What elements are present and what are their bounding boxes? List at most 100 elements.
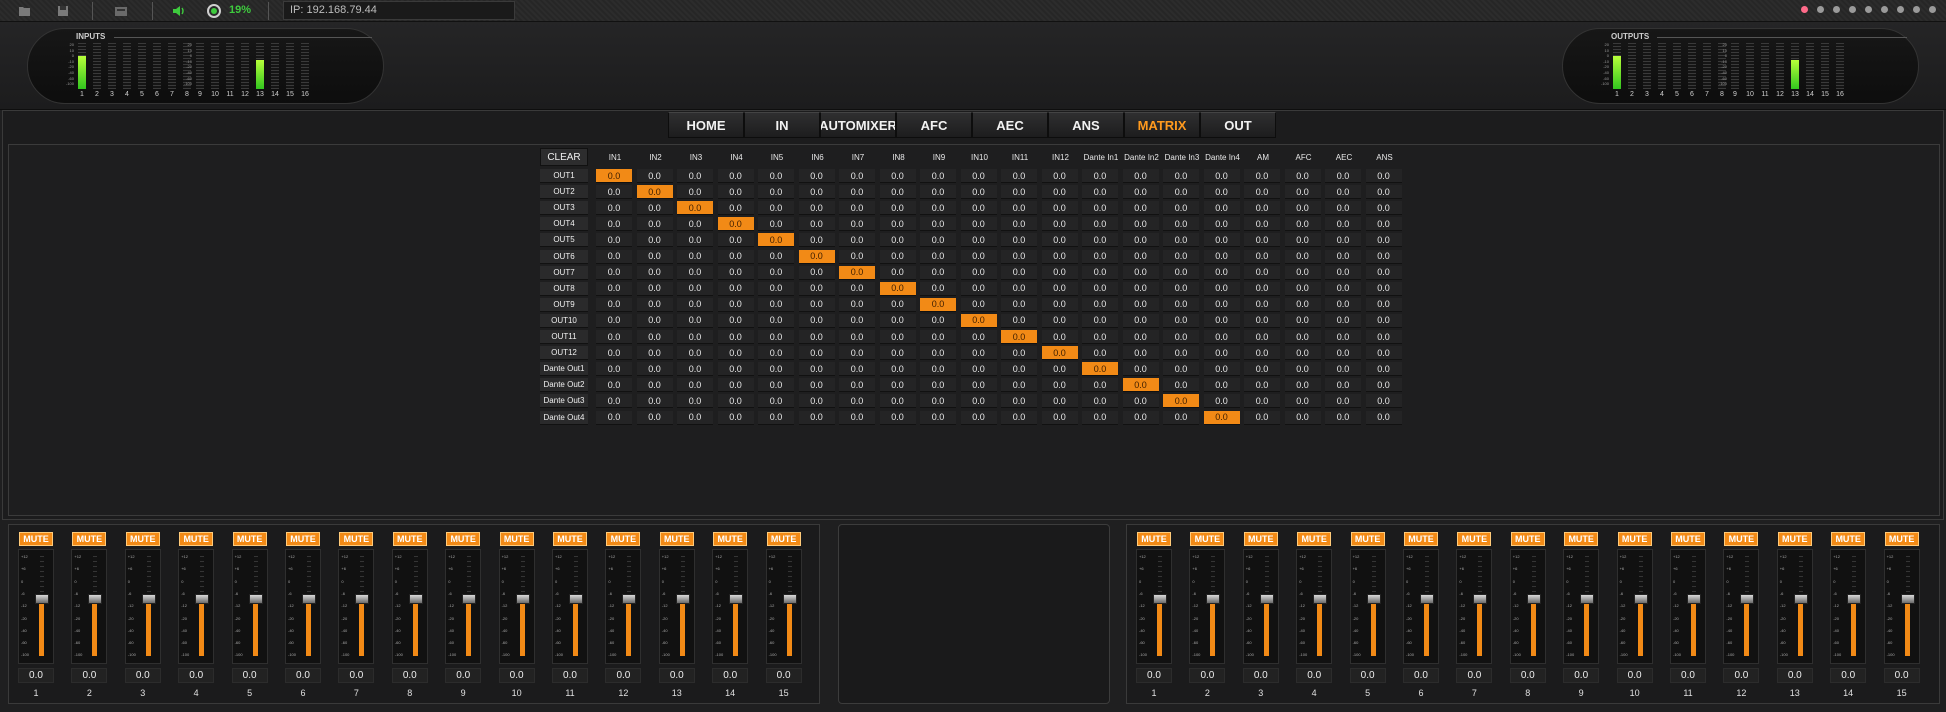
matrix-cell[interactable]: 0.0 <box>1122 281 1159 296</box>
matrix-cell[interactable]: 0.0 <box>1365 281 1402 296</box>
matrix-cell[interactable]: 0.0 <box>1041 249 1078 264</box>
matrix-cell[interactable]: 0.0 <box>596 313 632 328</box>
matrix-cell[interactable]: 0.0 <box>596 297 632 312</box>
matrix-cell[interactable]: 0.0 <box>717 313 754 328</box>
matrix-cell[interactable]: 0.0 <box>960 169 997 183</box>
matrix-cell[interactable]: 0.0 <box>758 249 794 264</box>
mute-button[interactable]: MUTE <box>1190 532 1225 546</box>
export-icon[interactable] <box>112 2 130 20</box>
matrix-cell[interactable]: 0.0 <box>596 281 632 296</box>
tab-aec[interactable]: AEC <box>972 112 1048 138</box>
matrix-cell[interactable]: 0.0 <box>717 346 754 361</box>
matrix-cell[interactable]: 0.0 <box>920 362 956 377</box>
fader-value[interactable]: 0.0 <box>1616 668 1653 683</box>
matrix-cell[interactable]: 0.0 <box>960 410 997 425</box>
matrix-cell[interactable]: 0.0 <box>636 217 673 232</box>
matrix-cell[interactable]: 0.0 <box>596 169 632 183</box>
fader-knob[interactable] <box>729 594 744 605</box>
matrix-cell[interactable]: 0.0 <box>717 265 754 280</box>
matrix-cell[interactable]: 0.0 <box>1163 378 1199 393</box>
mute-button[interactable]: MUTE <box>1457 532 1492 546</box>
matrix-cell[interactable]: 0.0 <box>636 169 673 183</box>
matrix-cell[interactable]: 0.0 <box>1244 330 1280 344</box>
matrix-cell[interactable]: 0.0 <box>879 217 916 232</box>
matrix-cell[interactable]: 0.0 <box>636 233 673 248</box>
matrix-cell[interactable]: 0.0 <box>677 410 713 425</box>
matrix-cell[interactable]: 0.0 <box>636 201 673 216</box>
matrix-cell[interactable]: 0.0 <box>798 346 835 361</box>
matrix-cell[interactable]: 0.0 <box>636 378 673 393</box>
mute-button[interactable]: MUTE <box>1137 532 1171 546</box>
matrix-cell[interactable]: 0.0 <box>1001 313 1037 328</box>
matrix-cell[interactable]: 0.0 <box>1163 185 1199 200</box>
matrix-cell[interactable]: 0.0 <box>1203 313 1240 328</box>
matrix-cell[interactable]: 0.0 <box>636 249 673 264</box>
fader-knob[interactable] <box>355 594 370 605</box>
fader-knob[interactable] <box>1473 594 1488 605</box>
mute-button[interactable]: MUTE <box>446 532 481 546</box>
tab-automixer[interactable]: AUTOMIXER <box>820 112 896 138</box>
matrix-cell[interactable]: 0.0 <box>596 185 632 200</box>
matrix-cell[interactable]: 0.0 <box>1122 346 1159 361</box>
matrix-cell[interactable]: 0.0 <box>596 217 632 232</box>
matrix-cell[interactable]: 0.0 <box>1325 281 1361 296</box>
matrix-cell[interactable]: 0.0 <box>798 281 835 296</box>
matrix-cell[interactable]: 0.0 <box>1365 217 1402 232</box>
fader-knob[interactable] <box>569 594 583 605</box>
matrix-cell[interactable]: 0.0 <box>798 201 835 216</box>
matrix-cell[interactable]: 0.0 <box>960 281 997 296</box>
fader-knob[interactable] <box>515 594 530 605</box>
matrix-cell[interactable]: 0.0 <box>920 169 956 183</box>
tab-ans[interactable]: ANS <box>1048 112 1124 138</box>
matrix-cell[interactable]: 0.0 <box>758 265 794 280</box>
matrix-cell[interactable]: 0.0 <box>798 378 835 393</box>
matrix-cell[interactable]: 0.0 <box>758 330 794 344</box>
matrix-cell[interactable]: 0.0 <box>758 169 794 183</box>
matrix-cell[interactable]: 0.0 <box>636 281 673 296</box>
matrix-cell[interactable]: 0.0 <box>717 281 754 296</box>
matrix-cell[interactable]: 0.0 <box>1365 394 1402 409</box>
fader-value[interactable]: 0.0 <box>285 668 321 683</box>
matrix-cell[interactable]: 0.0 <box>1284 233 1321 248</box>
fader-knob[interactable] <box>88 594 103 605</box>
matrix-cell[interactable]: 0.0 <box>1041 330 1078 344</box>
matrix-cell[interactable]: 0.0 <box>1041 313 1078 328</box>
matrix-cell[interactable]: 0.0 <box>879 185 916 200</box>
matrix-cell[interactable]: 0.0 <box>1203 394 1240 409</box>
matrix-cell[interactable]: 0.0 <box>1122 362 1159 377</box>
matrix-cell[interactable]: 0.0 <box>960 201 997 216</box>
matrix-cell[interactable]: 0.0 <box>1122 313 1159 328</box>
matrix-cell[interactable]: 0.0 <box>1122 249 1159 264</box>
matrix-cell[interactable]: 0.0 <box>1244 217 1280 232</box>
matrix-cell[interactable]: 0.0 <box>1122 410 1159 425</box>
matrix-cell[interactable]: 0.0 <box>1082 217 1118 232</box>
matrix-cell[interactable]: 0.0 <box>1244 378 1280 393</box>
matrix-cell[interactable]: 0.0 <box>1082 233 1118 248</box>
matrix-cell[interactable]: 0.0 <box>920 201 956 216</box>
matrix-cell[interactable]: 0.0 <box>920 394 956 409</box>
mute-button[interactable]: MUTE <box>553 532 587 546</box>
mute-button[interactable]: MUTE <box>499 532 534 546</box>
mute-button[interactable]: MUTE <box>1350 532 1385 546</box>
matrix-cell[interactable]: 0.0 <box>798 313 835 328</box>
matrix-cell[interactable]: 0.0 <box>596 201 632 216</box>
matrix-cell[interactable]: 0.0 <box>839 362 875 377</box>
matrix-cell[interactable]: 0.0 <box>677 233 713 248</box>
matrix-cell[interactable]: 0.0 <box>879 394 916 409</box>
matrix-cell[interactable]: 0.0 <box>839 185 875 200</box>
matrix-cell[interactable]: 0.0 <box>1001 410 1037 425</box>
matrix-cell[interactable]: 0.0 <box>798 394 835 409</box>
matrix-cell[interactable]: 0.0 <box>1082 297 1118 312</box>
fader-value[interactable]: 0.0 <box>1189 668 1226 683</box>
mute-button[interactable]: MUTE <box>179 532 214 546</box>
matrix-cell[interactable]: 0.0 <box>1203 201 1240 216</box>
matrix-cell[interactable]: 0.0 <box>1001 265 1037 280</box>
matrix-cell[interactable]: 0.0 <box>758 378 794 393</box>
matrix-cell[interactable]: 0.0 <box>839 346 875 361</box>
fader-knob[interactable] <box>1259 594 1274 605</box>
window-dot-icon[interactable] <box>1897 6 1904 13</box>
mute-button[interactable]: MUTE <box>766 532 801 546</box>
matrix-cell[interactable]: 0.0 <box>920 281 956 296</box>
matrix-cell[interactable]: 0.0 <box>677 346 713 361</box>
matrix-cell[interactable]: 0.0 <box>1365 378 1402 393</box>
